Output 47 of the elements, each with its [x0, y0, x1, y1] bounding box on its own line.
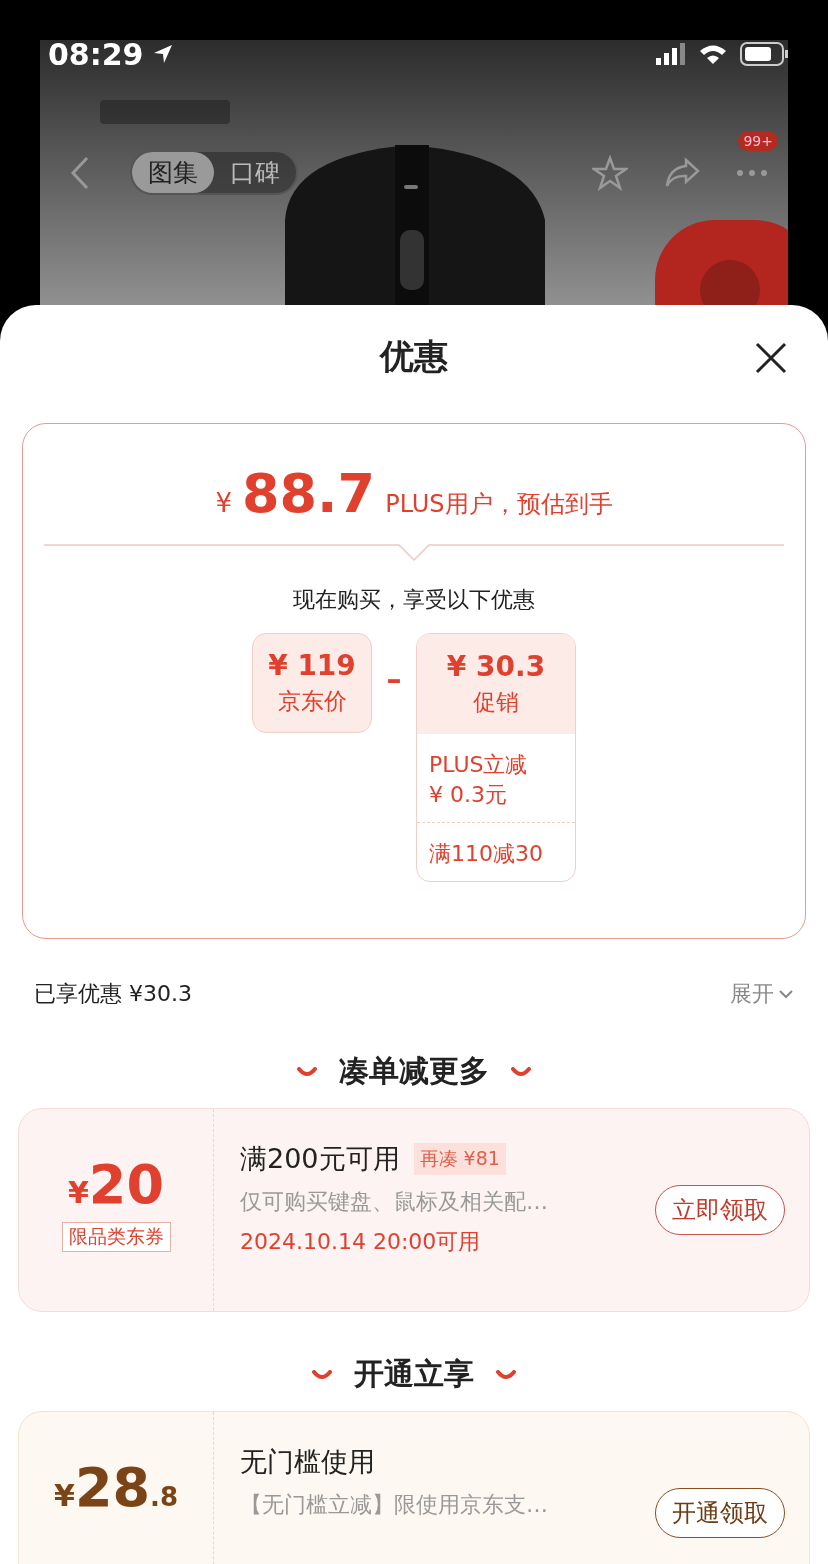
currency-symbol: ¥	[215, 488, 232, 518]
share-icon[interactable]	[664, 156, 700, 189]
gallery-tab[interactable]: 图集	[132, 152, 214, 193]
price-caption: PLUS用户，预估到手	[385, 489, 613, 520]
wifi-icon	[698, 43, 728, 65]
battery-icon	[740, 42, 788, 66]
section-heading: 凑单减更多	[339, 1052, 489, 1090]
minus-sign: –	[385, 661, 403, 696]
smile-icon	[511, 1066, 531, 1077]
coupon-description: 【无门槛立减】限使用京东支…	[240, 1491, 549, 1519]
final-price: 88.7	[241, 462, 376, 525]
coupon-badge: 再凑 ¥81	[413, 1143, 506, 1175]
promotion-detail: ¥ 0.3元	[429, 781, 508, 809]
promotion-label: 促销	[473, 688, 519, 717]
enjoyed-discount: 已享优惠 ¥30.3	[34, 980, 192, 1008]
chevron-down-icon	[778, 989, 794, 999]
claim-button[interactable]: 立即领取	[655, 1185, 785, 1235]
promotion-detail: PLUS立减	[429, 751, 529, 779]
coupon-title: 无门槛使用	[240, 1445, 375, 1479]
coupon-currency: ¥	[68, 1175, 89, 1210]
status-time: 08:29	[48, 40, 144, 72]
discount-subtitle: 现在购买，享受以下优惠	[293, 586, 535, 614]
coupon-validity: 2024.10.14 20:00可用	[240, 1228, 482, 1256]
signal-icon	[656, 43, 686, 65]
more-icon[interactable]	[736, 168, 768, 177]
back-icon[interactable]	[70, 155, 90, 190]
coupon-title: 满200元可用	[240, 1142, 400, 1176]
close-button[interactable]	[754, 341, 788, 375]
list-price: ¥ 119	[268, 649, 356, 682]
promotion-detail: 满110减30	[429, 840, 544, 868]
star-icon[interactable]	[592, 154, 628, 191]
coupon-amount: 20	[88, 1153, 164, 1216]
smile-icon	[312, 1369, 332, 1380]
coupon-description: 仅可购买键盘、鼠标及相关配…	[240, 1188, 549, 1216]
claim-button[interactable]: 开通领取	[655, 1488, 785, 1538]
coupon-decimal: .8	[150, 1482, 178, 1512]
smile-icon	[496, 1369, 516, 1380]
coupon-tag: 限品类东券	[61, 1222, 171, 1252]
gallery-tab[interactable]: 口碑	[214, 152, 296, 193]
coupon-currency: ¥	[54, 1478, 75, 1513]
smile-icon	[297, 1066, 317, 1077]
list-price-label: 京东价	[277, 687, 347, 716]
expand-link[interactable]: 展开	[730, 979, 794, 1009]
promotion-amount: ¥ 30.3	[446, 650, 546, 683]
section-heading: 开通立享	[354, 1355, 474, 1393]
coupon-amount: 28	[74, 1456, 151, 1519]
sheet-title: 优惠	[380, 335, 448, 378]
